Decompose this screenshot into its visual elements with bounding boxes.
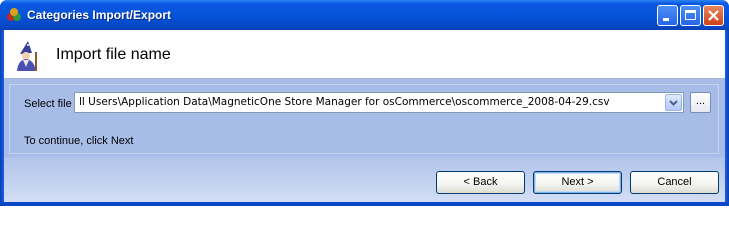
window-border-right — [725, 30, 729, 206]
back-button[interactable]: < Back — [436, 171, 525, 194]
chevron-down-icon — [669, 100, 678, 106]
cancel-button[interactable]: Cancel — [630, 171, 719, 194]
window-title: Categories Import/Export — [27, 8, 172, 22]
wizard-footer: < Back Next > Cancel — [4, 157, 725, 202]
page-title: Import file name — [56, 46, 171, 63]
next-button[interactable]: Next > — [533, 171, 622, 194]
minimize-button[interactable] — [657, 5, 678, 26]
minimize-icon — [663, 18, 669, 21]
window: Categories Import/Export Import file nam… — [0, 0, 729, 206]
title-bar[interactable]: Categories Import/Export — [0, 0, 729, 30]
select-file-label: Select file — [24, 98, 72, 110]
window-border-bottom — [0, 202, 729, 206]
maximize-button[interactable] — [680, 5, 701, 26]
wizard-client-area: Import file name Select file ll Users\Ap… — [4, 30, 725, 202]
wizard-header: Import file name — [4, 30, 725, 79]
continue-hint: To continue, click Next — [24, 135, 134, 147]
close-icon — [708, 10, 719, 21]
wizard-body: Select file ll Users\Application Data\Ma… — [4, 79, 725, 157]
file-path-combobox[interactable]: ll Users\Application Data\MagneticOne St… — [74, 92, 684, 113]
close-button[interactable] — [703, 5, 724, 26]
file-path-value[interactable]: ll Users\Application Data\MagneticOne St… — [79, 96, 610, 108]
dropdown-button[interactable] — [665, 94, 682, 111]
app-icon — [7, 8, 21, 21]
browse-button[interactable]: ... — [690, 92, 711, 113]
file-panel: Select file ll Users\Application Data\Ma… — [9, 84, 719, 154]
maximize-icon — [685, 10, 696, 20]
wizard-icon — [17, 41, 37, 71]
